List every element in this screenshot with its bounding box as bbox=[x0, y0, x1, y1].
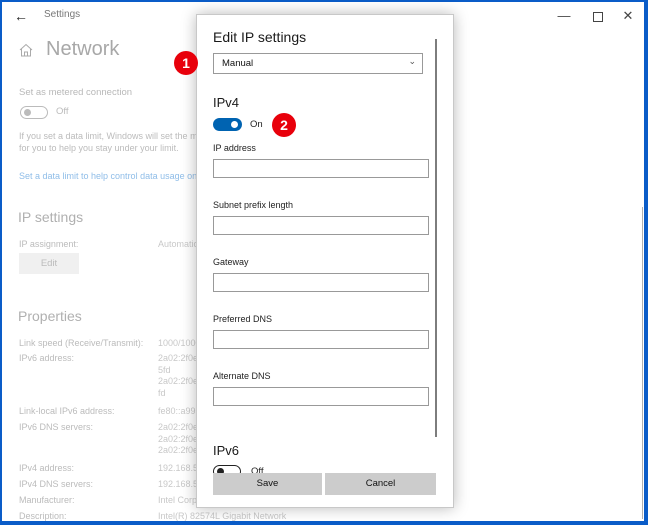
property-value: Intel Corp bbox=[158, 495, 198, 505]
save-button[interactable]: Save bbox=[213, 473, 322, 495]
metered-connection-state: Off bbox=[56, 106, 69, 117]
maximize-button[interactable] bbox=[584, 6, 612, 26]
data-limit-description-line: for you to help you stay under your limi… bbox=[19, 143, 179, 153]
data-limit-link[interactable]: Set a data limit to help control data us… bbox=[19, 171, 209, 181]
property-value: 2a02:2f0e 5fd 2a02:2f0e fd bbox=[158, 353, 199, 398]
property-label: IPv4 address: bbox=[19, 463, 75, 473]
edit-ip-settings-dialog: Edit IP settings Manual ⌄ IPv4 On IP add… bbox=[196, 14, 454, 508]
dialog-scrollbar[interactable] bbox=[435, 39, 437, 437]
subnet-prefix-input[interactable] bbox=[213, 216, 429, 235]
property-value: 2a02:2f0e 2a02:2f0e 2a02:2f0e bbox=[158, 422, 199, 455]
back-button[interactable]: ← bbox=[10, 5, 32, 27]
preferred-dns-label: Preferred DNS bbox=[213, 314, 273, 324]
property-value: Intel(R) 82574L Gigabit Network bbox=[158, 511, 287, 521]
property-label: Link-local IPv6 address: bbox=[19, 406, 115, 416]
ip-settings-heading: IP settings bbox=[18, 209, 84, 225]
property-value: 1000/1000 bbox=[158, 338, 201, 348]
edit-ip-button[interactable]: Edit bbox=[19, 253, 79, 274]
cancel-button[interactable]: Cancel bbox=[325, 473, 436, 495]
page-scrollbar[interactable] bbox=[642, 207, 643, 519]
ipv4-toggle[interactable] bbox=[213, 118, 242, 131]
arrow-left-icon: ← bbox=[14, 8, 28, 24]
preferred-dns-input[interactable] bbox=[213, 330, 429, 349]
ipv4-heading: IPv4 bbox=[213, 95, 240, 110]
data-limit-description-line: If you set a data limit, Windows will se… bbox=[19, 131, 209, 141]
metered-connection-toggle[interactable] bbox=[20, 106, 48, 119]
properties-heading: Properties bbox=[18, 308, 82, 324]
property-label: Description: bbox=[19, 511, 67, 521]
close-icon: ✕ bbox=[622, 8, 634, 23]
home-icon bbox=[19, 43, 33, 57]
property-label: IPv6 DNS servers: bbox=[19, 422, 94, 432]
ip-address-input[interactable] bbox=[213, 159, 429, 178]
property-label: Link speed (Receive/Transmit): bbox=[19, 338, 144, 348]
ipv4-toggle-state: On bbox=[250, 119, 263, 130]
property-label: Manufacturer: bbox=[19, 495, 75, 505]
ip-assignment-label: IP assignment: bbox=[19, 239, 79, 249]
annotation-badge-2: 2 bbox=[272, 113, 296, 137]
alternate-dns-input[interactable] bbox=[213, 387, 429, 406]
metered-connection-label: Set as metered connection bbox=[19, 87, 133, 98]
chevron-down-icon: ⌄ bbox=[408, 56, 416, 66]
app-title: Settings bbox=[44, 9, 81, 20]
gateway-input[interactable] bbox=[213, 273, 429, 292]
subnet-prefix-label: Subnet prefix length bbox=[213, 200, 294, 210]
ip-address-label: IP address bbox=[213, 143, 256, 153]
close-button[interactable]: ✕ bbox=[614, 6, 642, 26]
property-label: IPv4 DNS servers: bbox=[19, 479, 94, 489]
ip-mode-dropdown[interactable]: Manual ⌄ bbox=[213, 53, 423, 74]
property-label: IPv6 address: bbox=[19, 353, 75, 363]
alternate-dns-label: Alternate DNS bbox=[213, 371, 271, 381]
data-limit-description: If you set a data limit, Windows will se… bbox=[19, 130, 209, 154]
gateway-label: Gateway bbox=[213, 257, 249, 267]
ip-mode-value: Manual bbox=[222, 58, 254, 69]
ipv6-heading: IPv6 bbox=[213, 443, 240, 458]
maximize-icon bbox=[593, 11, 603, 22]
annotation-badge-1: 1 bbox=[174, 51, 198, 75]
page-title: Network bbox=[46, 38, 120, 60]
minimize-button[interactable]: — bbox=[550, 6, 578, 26]
property-value: fe80::a993 bbox=[158, 406, 201, 416]
dialog-title: Edit IP settings bbox=[213, 29, 307, 45]
minimize-icon: — bbox=[557, 8, 571, 23]
